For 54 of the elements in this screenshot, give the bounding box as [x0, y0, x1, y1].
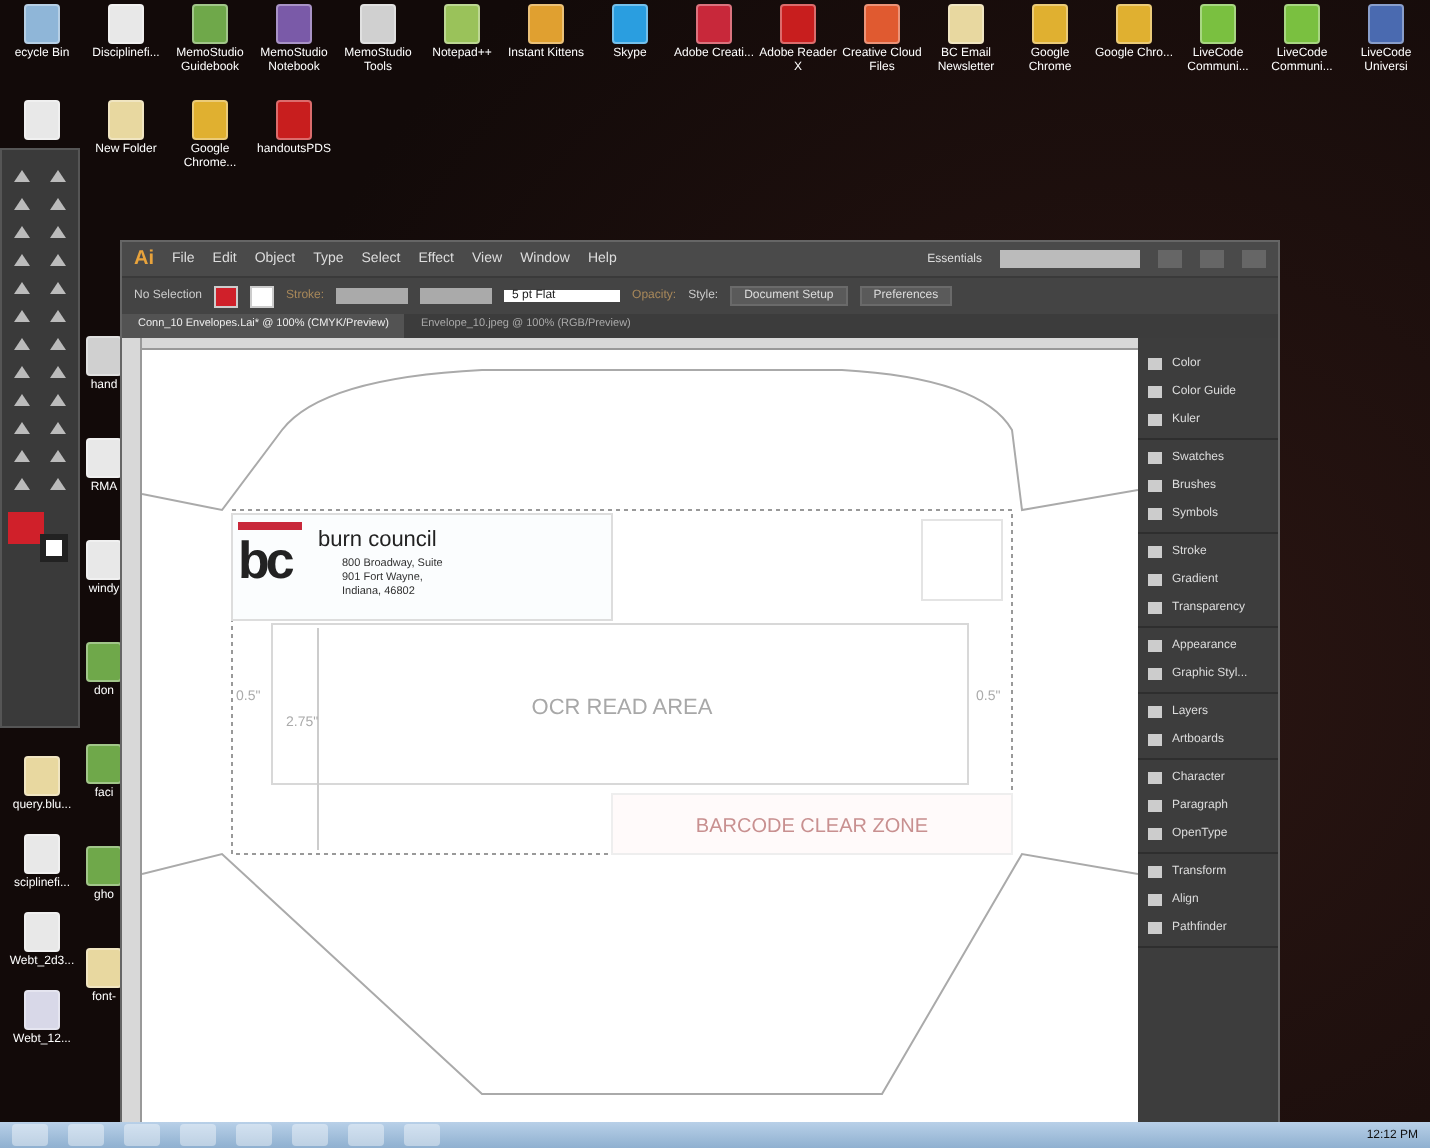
tool-icon[interactable] — [10, 194, 34, 214]
tool-icon[interactable] — [46, 278, 70, 298]
tool-icon[interactable] — [10, 474, 34, 494]
search-field[interactable] — [1000, 250, 1140, 268]
taskbar-app-icon[interactable] — [68, 1124, 104, 1146]
tool-icon[interactable] — [46, 306, 70, 326]
taskbar-app-icon[interactable] — [180, 1124, 216, 1146]
tool-icon[interactable] — [10, 278, 34, 298]
tool-icon[interactable] — [46, 222, 70, 242]
taskbar-app-icon[interactable] — [12, 1124, 48, 1146]
stroke-swatch[interactable] — [40, 534, 68, 562]
tool-icon[interactable] — [10, 306, 34, 326]
minimize-button[interactable] — [1158, 250, 1182, 268]
tool-icon[interactable] — [10, 418, 34, 438]
tool-icon[interactable] — [10, 222, 34, 242]
tool-icon[interactable] — [10, 334, 34, 354]
fill-swatch[interactable] — [214, 285, 239, 307]
org-name: burn council — [318, 528, 437, 552]
tool-icon[interactable] — [10, 390, 34, 410]
maximize-button[interactable] — [1200, 250, 1224, 268]
tool-icon[interactable] — [10, 446, 34, 466]
close-button[interactable] — [1242, 250, 1266, 268]
tool-icon[interactable] — [46, 194, 70, 214]
tool-icon[interactable] — [46, 334, 70, 354]
desktop-icon[interactable] — [86, 540, 122, 580]
tool-icon[interactable] — [46, 390, 70, 410]
tool-icon[interactable] — [10, 166, 34, 186]
tool-icon[interactable] — [46, 362, 70, 382]
taskbar-app-icon[interactable] — [404, 1124, 440, 1146]
desktop-icon[interactable] — [86, 336, 122, 376]
taskbar-app-icon[interactable] — [124, 1124, 160, 1146]
tool-icon[interactable] — [46, 166, 70, 186]
tool-icon[interactable] — [46, 250, 70, 270]
tool-icon[interactable] — [46, 446, 70, 466]
ocr-area-label: OCR READ AREA — [531, 696, 713, 720]
desktop-icon[interactable] — [86, 642, 122, 682]
taskbar-app-icon[interactable] — [292, 1124, 328, 1146]
barcode-zone-label: BARCODE CLEAR ZONE — [695, 816, 929, 838]
app-logo: Ai — [134, 248, 154, 270]
fill-swatch[interactable] — [8, 512, 44, 544]
stroke-weight-field[interactable] — [336, 288, 409, 304]
tool-icon[interactable] — [10, 362, 34, 382]
desktop-icon[interactable] — [86, 846, 122, 886]
desktop-icon[interactable] — [86, 438, 122, 478]
taskbar-app-icon[interactable] — [348, 1124, 384, 1146]
logo-text: bc — [238, 530, 291, 590]
tool-icon[interactable] — [46, 474, 70, 494]
taskbar-app-icon[interactable] — [236, 1124, 272, 1146]
desktop-icon[interactable] — [86, 948, 122, 988]
tool-icon[interactable] — [10, 250, 34, 270]
postage-box — [921, 519, 1003, 601]
tool-icon[interactable] — [46, 418, 70, 438]
desktop-icon[interactable] — [86, 744, 122, 784]
variable-width-dropdown[interactable] — [420, 288, 493, 304]
